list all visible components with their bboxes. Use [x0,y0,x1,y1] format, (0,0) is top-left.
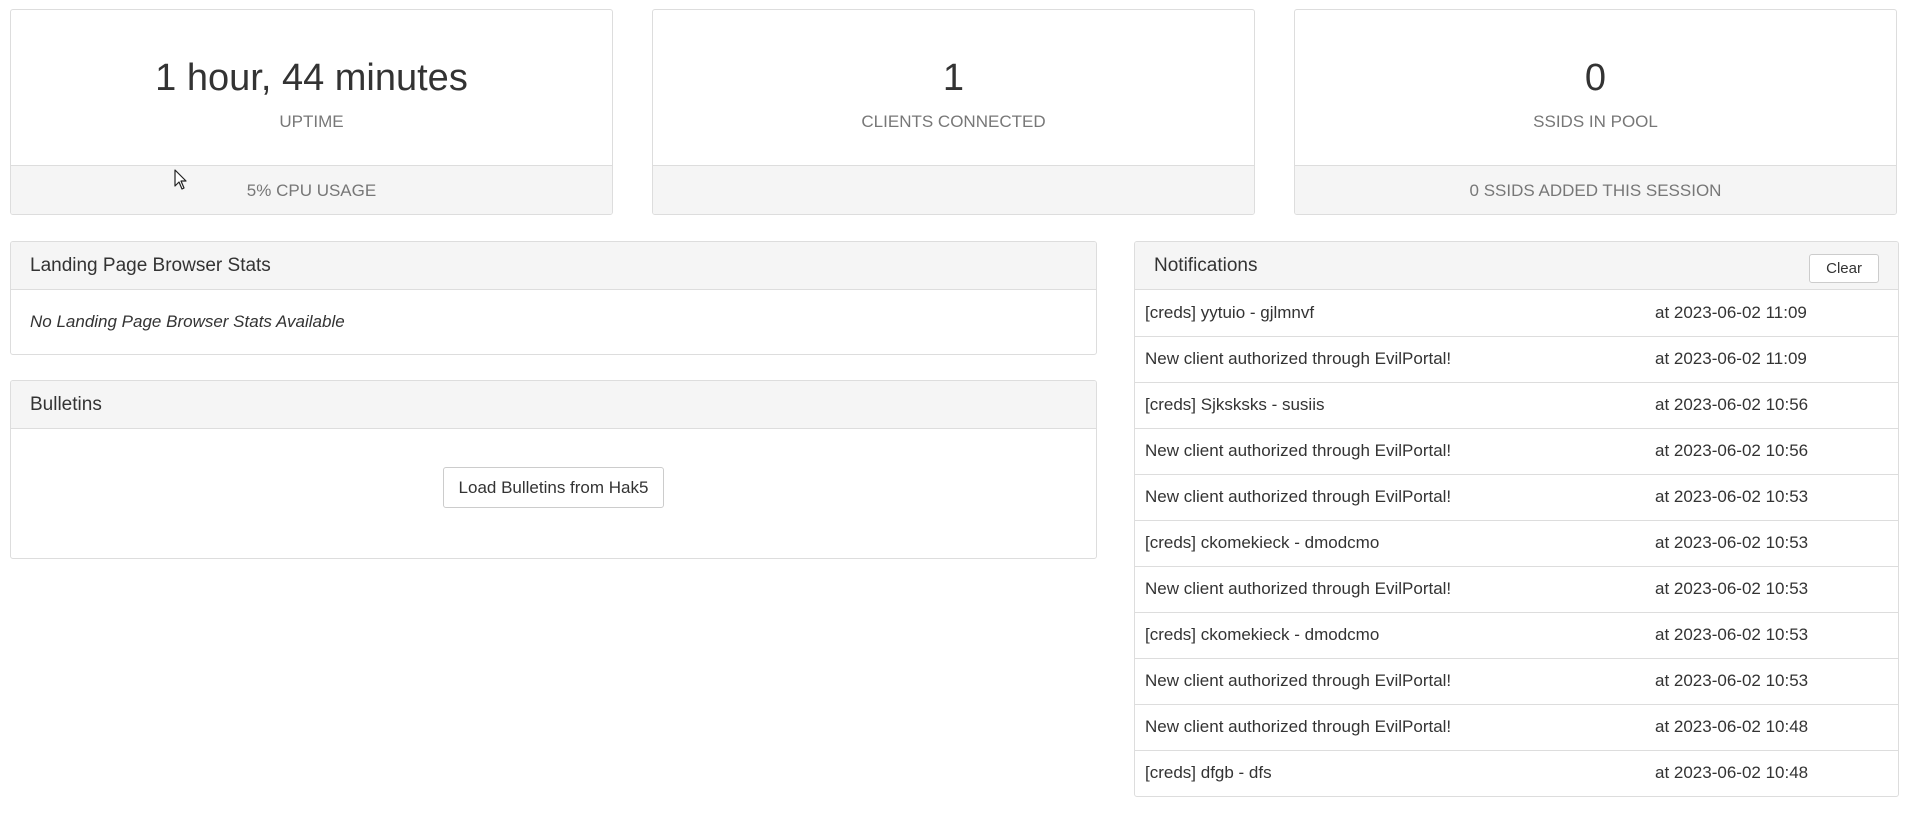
clients-connected-footer [653,165,1254,214]
ssids-in-pool-card-body: 0 SSIDS IN POOL [1295,10,1896,165]
notification-row: New client authorized through EvilPortal… [1135,335,1898,382]
notification-row: [creds] Sjksksks - susiis at 2023-06-02 1… [1135,381,1898,428]
notification-time: at 2023-06-02 10:53 [1645,657,1898,704]
notifications-table: [creds] yytuio - gjlmnvf at 2023-06-02 11… [1135,290,1898,796]
notification-message: New client authorized through EvilPortal… [1135,473,1645,520]
ssids-in-pool-label: SSIDS IN POOL [1533,112,1658,131]
uptime-value: 1 hour, 44 minutes [155,57,468,99]
clients-connected-card-body: 1 CLIENTS CONNECTED [653,10,1254,165]
bulletins-body: Load Bulletins from Hak5 [11,429,1096,508]
notifications-heading: Notifications Clear [1135,242,1898,290]
notification-row: New client authorized through EvilPortal… [1135,703,1898,750]
ssids-in-pool-value: 0 [1584,57,1607,99]
notification-time: at 2023-06-02 10:56 [1645,381,1898,428]
bulletins-heading: Bulletins [11,381,1096,429]
notification-time: at 2023-06-02 11:09 [1655,302,1807,322]
notification-time: at 2023-06-02 10:48 [1645,703,1898,750]
notification-time: at 2023-06-02 10:53 [1645,611,1898,658]
notification-row: New client authorized through EvilPortal… [1135,565,1898,612]
ssids-in-pool-card: 0 SSIDS IN POOL 0 SSIDS ADDED THIS SESSI… [1294,9,1897,215]
notification-message: New client authorized through EvilPortal… [1135,657,1645,704]
notification-row: [creds] ckomekieck - dmodcmo at 2023-06-0… [1135,519,1898,566]
notification-message: [creds] ckomekieck - dmodcmo [1135,611,1645,658]
landing-page-stats-panel: Landing Page Browser Stats No Landing Pa… [10,241,1097,355]
notification-time: at 2023-06-02 10:53 [1645,565,1898,612]
notification-message: [creds] Sjksksks - susiis [1135,381,1645,428]
notifications-title: Notifications [1154,255,1258,276]
uptime-card: 1 hour, 44 minutes UPTIME 5% CPU USAGE [10,9,613,215]
notification-row: [creds] ckomekieck - dmodcmo at 2023-06-0… [1135,611,1898,658]
notification-message: [creds] dfgb - dfs [1135,749,1645,796]
notification-time: at 2023-06-02 10:53 [1645,519,1898,566]
notification-message: New client authorized through EvilPortal… [1135,427,1645,474]
notification-time: at 2023-06-02 10:56 [1645,427,1898,474]
clear-notifications-button[interactable]: Clear [1809,254,1879,283]
notification-row: New client authorized through EvilPortal… [1135,427,1898,474]
notification-message: [creds] ckomekieck - dmodcmo [1135,519,1645,566]
notification-row: New client authorized through EvilPortal… [1135,657,1898,704]
clients-connected-label: CLIENTS CONNECTED [861,112,1046,131]
notification-message: New client authorized through EvilPortal… [1135,703,1645,750]
notification-row: New client authorized through EvilPortal… [1135,473,1898,520]
notification-row: [creds] dfgb - dfs at 2023-06-02 10:48 [1135,749,1898,796]
notification-row: [creds] yytuio - gjlmnvf at 2023-06-02 11… [1135,290,1898,336]
notification-message: New client authorized through EvilPortal… [1135,565,1645,612]
notifications-panel: Notifications Clear [creds] yytuio - gjl… [1134,241,1899,797]
clients-connected-value: 1 [942,57,965,99]
bulletins-panel: Bulletins Load Bulletins from Hak5 [10,380,1097,559]
notification-time: at 2023-06-02 10:48 [1645,749,1898,796]
landing-page-stats-heading: Landing Page Browser Stats [11,242,1096,290]
notification-time: at 2023-06-02 11:09 [1645,335,1898,382]
uptime-label: UPTIME [279,112,344,131]
cpu-usage-footer: 5% CPU USAGE [11,165,612,214]
ssids-added-footer: 0 SSIDS ADDED THIS SESSION [1295,165,1896,214]
mouse-cursor-icon [174,169,187,190]
uptime-card-body: 1 hour, 44 minutes UPTIME [11,10,612,165]
notification-time: at 2023-06-02 10:53 [1645,473,1898,520]
load-bulletins-button[interactable]: Load Bulletins from Hak5 [442,467,665,508]
clients-connected-card: 1 CLIENTS CONNECTED [652,9,1255,215]
notification-message: New client authorized through EvilPortal… [1135,335,1645,382]
landing-page-stats-empty-message: No Landing Page Browser Stats Available [30,312,345,331]
notification-message: [creds] yytuio - gjlmnvf [1145,302,1315,322]
